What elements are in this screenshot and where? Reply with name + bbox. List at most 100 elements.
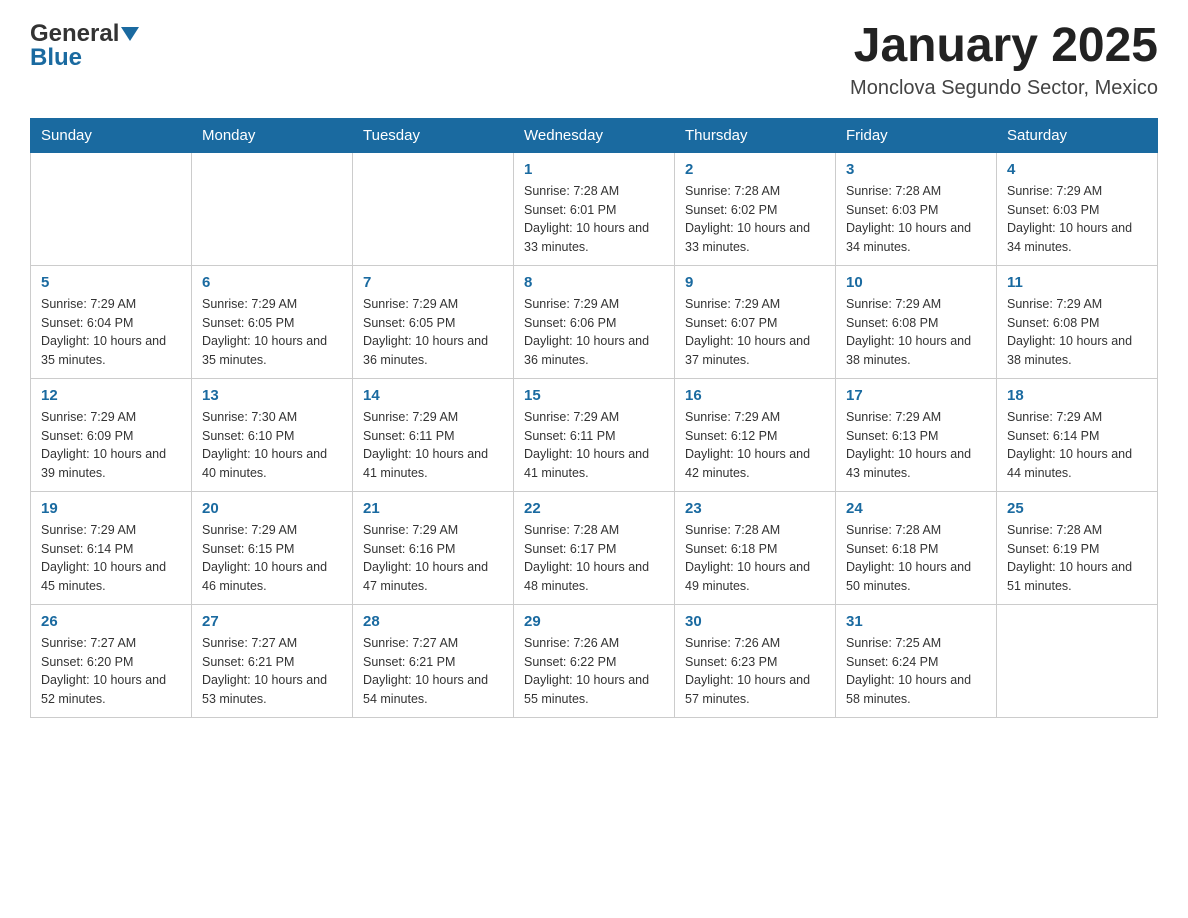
- calendar-cell: 16 Sunrise: 7:29 AM Sunset: 6:12 PM Dayli…: [675, 378, 836, 491]
- day-number: 18: [1007, 387, 1147, 404]
- day-info: Sunrise: 7:28 AM Sunset: 6:02 PM Dayligh…: [685, 182, 825, 257]
- calendar-cell: [192, 152, 353, 265]
- day-number: 16: [685, 387, 825, 404]
- day-info: Sunrise: 7:29 AM Sunset: 6:16 PM Dayligh…: [363, 521, 503, 596]
- calendar-cell: 26Sunrise: 7:27 AM Sunset: 6:20 PM Dayli…: [31, 604, 192, 717]
- day-number: 8: [524, 274, 664, 291]
- day-info: Sunrise: 7:29 AM Sunset: 6:11 PM Dayligh…: [363, 408, 503, 483]
- day-info: Sunrise: 7:29 AM Sunset: 6:11 PM Dayligh…: [524, 408, 664, 483]
- day-number: 30: [685, 613, 825, 630]
- day-info: Sunrise: 7:28 AM Sunset: 6:18 PM Dayligh…: [685, 521, 825, 596]
- day-info: Sunrise: 7:26 AM Sunset: 6:23 PM Dayligh…: [685, 634, 825, 709]
- day-info: Sunrise: 7:29 AM Sunset: 6:08 PM Dayligh…: [1007, 295, 1147, 370]
- day-number: 9: [685, 274, 825, 291]
- calendar-cell: 24 Sunrise: 7:28 AM Sunset: 6:18 PM Dayli…: [836, 491, 997, 604]
- day-number: 20: [202, 500, 342, 517]
- calendar-header-sunday: Sunday: [31, 118, 192, 152]
- day-number: 12: [41, 387, 181, 404]
- calendar-week-row: 19 Sunrise: 7:29 AM Sunset: 6:14 PM Dayli…: [31, 491, 1158, 604]
- day-info: Sunrise: 7:29 AM Sunset: 6:04 PM Dayligh…: [41, 295, 181, 370]
- calendar-cell: 14 Sunrise: 7:29 AM Sunset: 6:11 PM Dayli…: [353, 378, 514, 491]
- calendar-cell: 4Sunrise: 7:29 AM Sunset: 6:03 PM Daylig…: [997, 152, 1158, 265]
- day-number: 11: [1007, 274, 1147, 291]
- day-info: Sunrise: 7:26 AM Sunset: 6:22 PM Dayligh…: [524, 634, 664, 709]
- day-info: Sunrise: 7:29 AM Sunset: 6:14 PM Dayligh…: [41, 521, 181, 596]
- calendar-header-tuesday: Tuesday: [353, 118, 514, 152]
- calendar-cell: 27 Sunrise: 7:27 AM Sunset: 6:21 PM Dayli…: [192, 604, 353, 717]
- calendar-cell: 30 Sunrise: 7:26 AM Sunset: 6:23 PM Dayli…: [675, 604, 836, 717]
- calendar-week-row: 5 Sunrise: 7:29 AM Sunset: 6:04 PM Daylig…: [31, 265, 1158, 378]
- calendar-cell: 22Sunrise: 7:28 AM Sunset: 6:17 PM Dayli…: [514, 491, 675, 604]
- day-info: Sunrise: 7:28 AM Sunset: 6:17 PM Dayligh…: [524, 521, 664, 596]
- day-number: 6: [202, 274, 342, 291]
- calendar-header-wednesday: Wednesday: [514, 118, 675, 152]
- calendar-cell: 31 Sunrise: 7:25 AM Sunset: 6:24 PM Dayli…: [836, 604, 997, 717]
- calendar-cell: 13Sunrise: 7:30 AM Sunset: 6:10 PM Dayli…: [192, 378, 353, 491]
- day-number: 19: [41, 500, 181, 517]
- day-info: Sunrise: 7:28 AM Sunset: 6:03 PM Dayligh…: [846, 182, 986, 257]
- calendar-header-monday: Monday: [192, 118, 353, 152]
- day-number: 3: [846, 161, 986, 178]
- calendar-cell: 6 Sunrise: 7:29 AM Sunset: 6:05 PM Daylig…: [192, 265, 353, 378]
- calendar-cell: 3 Sunrise: 7:28 AM Sunset: 6:03 PM Daylig…: [836, 152, 997, 265]
- calendar-cell: 18 Sunrise: 7:29 AM Sunset: 6:14 PM Dayli…: [997, 378, 1158, 491]
- day-number: 24: [846, 500, 986, 517]
- calendar-week-row: 1Sunrise: 7:28 AM Sunset: 6:01 PM Daylig…: [31, 152, 1158, 265]
- day-info: Sunrise: 7:29 AM Sunset: 6:05 PM Dayligh…: [363, 295, 503, 370]
- day-number: 5: [41, 274, 181, 291]
- logo: General Blue: [30, 20, 139, 72]
- calendar-cell: 15 Sunrise: 7:29 AM Sunset: 6:11 PM Dayli…: [514, 378, 675, 491]
- day-info: Sunrise: 7:29 AM Sunset: 6:12 PM Dayligh…: [685, 408, 825, 483]
- calendar-cell: 20 Sunrise: 7:29 AM Sunset: 6:15 PM Dayli…: [192, 491, 353, 604]
- day-number: 4: [1007, 161, 1147, 178]
- calendar-table: SundayMondayTuesdayWednesdayThursdayFrid…: [30, 118, 1158, 718]
- day-number: 27: [202, 613, 342, 630]
- calendar-cell: [997, 604, 1158, 717]
- page-header: General Blue January 2025 Monclova Segun…: [30, 20, 1158, 100]
- day-number: 21: [363, 500, 503, 517]
- calendar-cell: 29 Sunrise: 7:26 AM Sunset: 6:22 PM Dayli…: [514, 604, 675, 717]
- calendar-cell: 11 Sunrise: 7:29 AM Sunset: 6:08 PM Dayli…: [997, 265, 1158, 378]
- day-info: Sunrise: 7:28 AM Sunset: 6:18 PM Dayligh…: [846, 521, 986, 596]
- day-info: Sunrise: 7:29 AM Sunset: 6:08 PM Dayligh…: [846, 295, 986, 370]
- day-info: Sunrise: 7:29 AM Sunset: 6:09 PM Dayligh…: [41, 408, 181, 483]
- calendar-cell: 7Sunrise: 7:29 AM Sunset: 6:05 PM Daylig…: [353, 265, 514, 378]
- day-info: Sunrise: 7:28 AM Sunset: 6:01 PM Dayligh…: [524, 182, 664, 257]
- calendar-header-saturday: Saturday: [997, 118, 1158, 152]
- day-info: Sunrise: 7:29 AM Sunset: 6:07 PM Dayligh…: [685, 295, 825, 370]
- day-number: 10: [846, 274, 986, 291]
- day-info: Sunrise: 7:25 AM Sunset: 6:24 PM Dayligh…: [846, 634, 986, 709]
- day-info: Sunrise: 7:27 AM Sunset: 6:21 PM Dayligh…: [202, 634, 342, 709]
- calendar-cell: 17 Sunrise: 7:29 AM Sunset: 6:13 PM Dayli…: [836, 378, 997, 491]
- calendar-header-row: SundayMondayTuesdayWednesdayThursdayFrid…: [31, 118, 1158, 152]
- day-info: Sunrise: 7:30 AM Sunset: 6:10 PM Dayligh…: [202, 408, 342, 483]
- day-number: 15: [524, 387, 664, 404]
- day-number: 2: [685, 161, 825, 178]
- day-info: Sunrise: 7:29 AM Sunset: 6:14 PM Dayligh…: [1007, 408, 1147, 483]
- calendar-cell: 19 Sunrise: 7:29 AM Sunset: 6:14 PM Dayli…: [31, 491, 192, 604]
- calendar-cell: 8 Sunrise: 7:29 AM Sunset: 6:06 PM Daylig…: [514, 265, 675, 378]
- title-section: January 2025 Monclova Segundo Sector, Me…: [850, 20, 1158, 100]
- day-info: Sunrise: 7:29 AM Sunset: 6:05 PM Dayligh…: [202, 295, 342, 370]
- calendar-cell: 5 Sunrise: 7:29 AM Sunset: 6:04 PM Daylig…: [31, 265, 192, 378]
- month-title: January 2025: [850, 20, 1158, 73]
- day-number: 14: [363, 387, 503, 404]
- day-number: 17: [846, 387, 986, 404]
- logo-blue-text: Blue: [30, 44, 82, 72]
- calendar-cell: 21 Sunrise: 7:29 AM Sunset: 6:16 PM Dayli…: [353, 491, 514, 604]
- calendar-week-row: 12 Sunrise: 7:29 AM Sunset: 6:09 PM Dayli…: [31, 378, 1158, 491]
- calendar-header-friday: Friday: [836, 118, 997, 152]
- day-number: 23: [685, 500, 825, 517]
- day-info: Sunrise: 7:29 AM Sunset: 6:13 PM Dayligh…: [846, 408, 986, 483]
- calendar-cell: 9 Sunrise: 7:29 AM Sunset: 6:07 PM Daylig…: [675, 265, 836, 378]
- day-number: 31: [846, 613, 986, 630]
- day-number: 28: [363, 613, 503, 630]
- day-info: Sunrise: 7:29 AM Sunset: 6:15 PM Dayligh…: [202, 521, 342, 596]
- day-info: Sunrise: 7:27 AM Sunset: 6:21 PM Dayligh…: [363, 634, 503, 709]
- calendar-cell: 10 Sunrise: 7:29 AM Sunset: 6:08 PM Dayli…: [836, 265, 997, 378]
- calendar-cell: 28 Sunrise: 7:27 AM Sunset: 6:21 PM Dayli…: [353, 604, 514, 717]
- day-info: Sunrise: 7:29 AM Sunset: 6:06 PM Dayligh…: [524, 295, 664, 370]
- day-number: 25: [1007, 500, 1147, 517]
- day-info: Sunrise: 7:28 AM Sunset: 6:19 PM Dayligh…: [1007, 521, 1147, 596]
- day-number: 29: [524, 613, 664, 630]
